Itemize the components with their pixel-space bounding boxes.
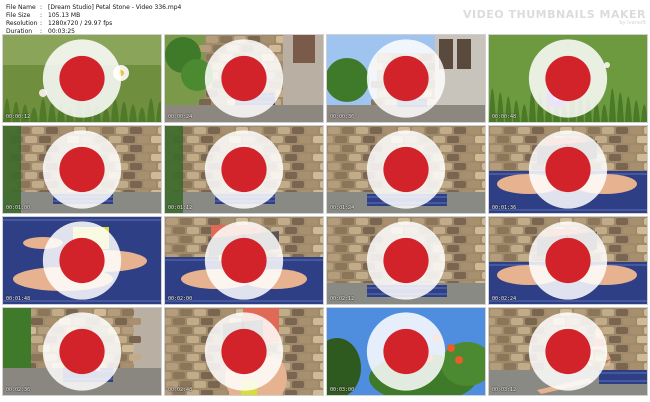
studio-logo-icon [528,39,608,118]
video-thumbnail[interactable]: 00:01:12 [165,126,323,213]
video-thumbnail[interactable]: 00:02:12 [327,217,485,304]
file-size-separator: : [40,12,43,19]
studio-logo-icon [42,130,122,209]
file-name-value: [Dream Studio] Petal Stone - Video 336.m… [48,4,182,11]
studio-logo-icon [204,39,284,118]
video-thumbnail[interactable]: 00:02:24 [489,217,647,304]
resolution-label: Resolution [6,20,38,27]
video-thumbnail[interactable]: 00:03:12 [489,308,647,395]
video-thumbnail[interactable]: 00:00:48 [489,35,647,122]
thumbnail-grid: 00:00:12 00:00:24 00:00:36 00:00:48 00:0… [3,35,647,399]
video-thumbnail[interactable]: 00:01:36 [489,126,647,213]
resolution-separator: : [40,20,43,27]
studio-logo-icon [204,221,284,300]
studio-logo-icon [204,312,284,391]
video-thumbnail[interactable]: 00:01:24 [327,126,485,213]
video-thumbnail[interactable]: 00:03:00 [327,308,485,395]
studio-logo-icon [42,39,122,118]
video-thumbnail[interactable]: 00:02:00 [165,217,323,304]
file-size-label: File Size [6,12,31,19]
video-thumbnail[interactable]: 00:01:00 [3,126,161,213]
studio-logo-icon [528,221,608,300]
app-watermark-logo: VIDEO THUMBNAILS MAKER by Ivarsoft [463,8,646,26]
file-name-row: File Name : [Dream Studio] Petal Stone -… [6,4,181,12]
video-thumbnail[interactable]: 00:00:36 [327,35,485,122]
file-name-separator: : [40,4,43,11]
video-thumbnail[interactable]: 00:01:48 [3,217,161,304]
studio-logo-icon [528,312,608,391]
file-size-value: 105.13 MB [48,12,81,19]
studio-logo-icon [366,130,446,209]
resolution-value: 1280x720 / 29.97 fps [48,20,113,27]
studio-logo-icon [42,221,122,300]
file-info-panel: File Name : [Dream Studio] Petal Stone -… [6,4,181,36]
file-size-row: File Size : 105.13 MB [6,12,181,20]
studio-logo-icon [366,312,446,391]
video-thumbnail[interactable]: 00:00:12 [3,35,161,122]
video-thumbnail[interactable]: 00:00:24 [165,35,323,122]
studio-logo-icon [42,312,122,391]
studio-logo-icon [366,221,446,300]
studio-logo-icon [204,130,284,209]
studio-logo-icon [528,130,608,209]
video-thumbnail[interactable]: 00:02:48 [165,308,323,395]
video-thumbnail[interactable]: 00:02:36 [3,308,161,395]
resolution-row: Resolution : 1280x720 / 29.97 fps [6,20,181,28]
studio-logo-icon [366,39,446,118]
file-name-label: File Name [6,4,36,11]
